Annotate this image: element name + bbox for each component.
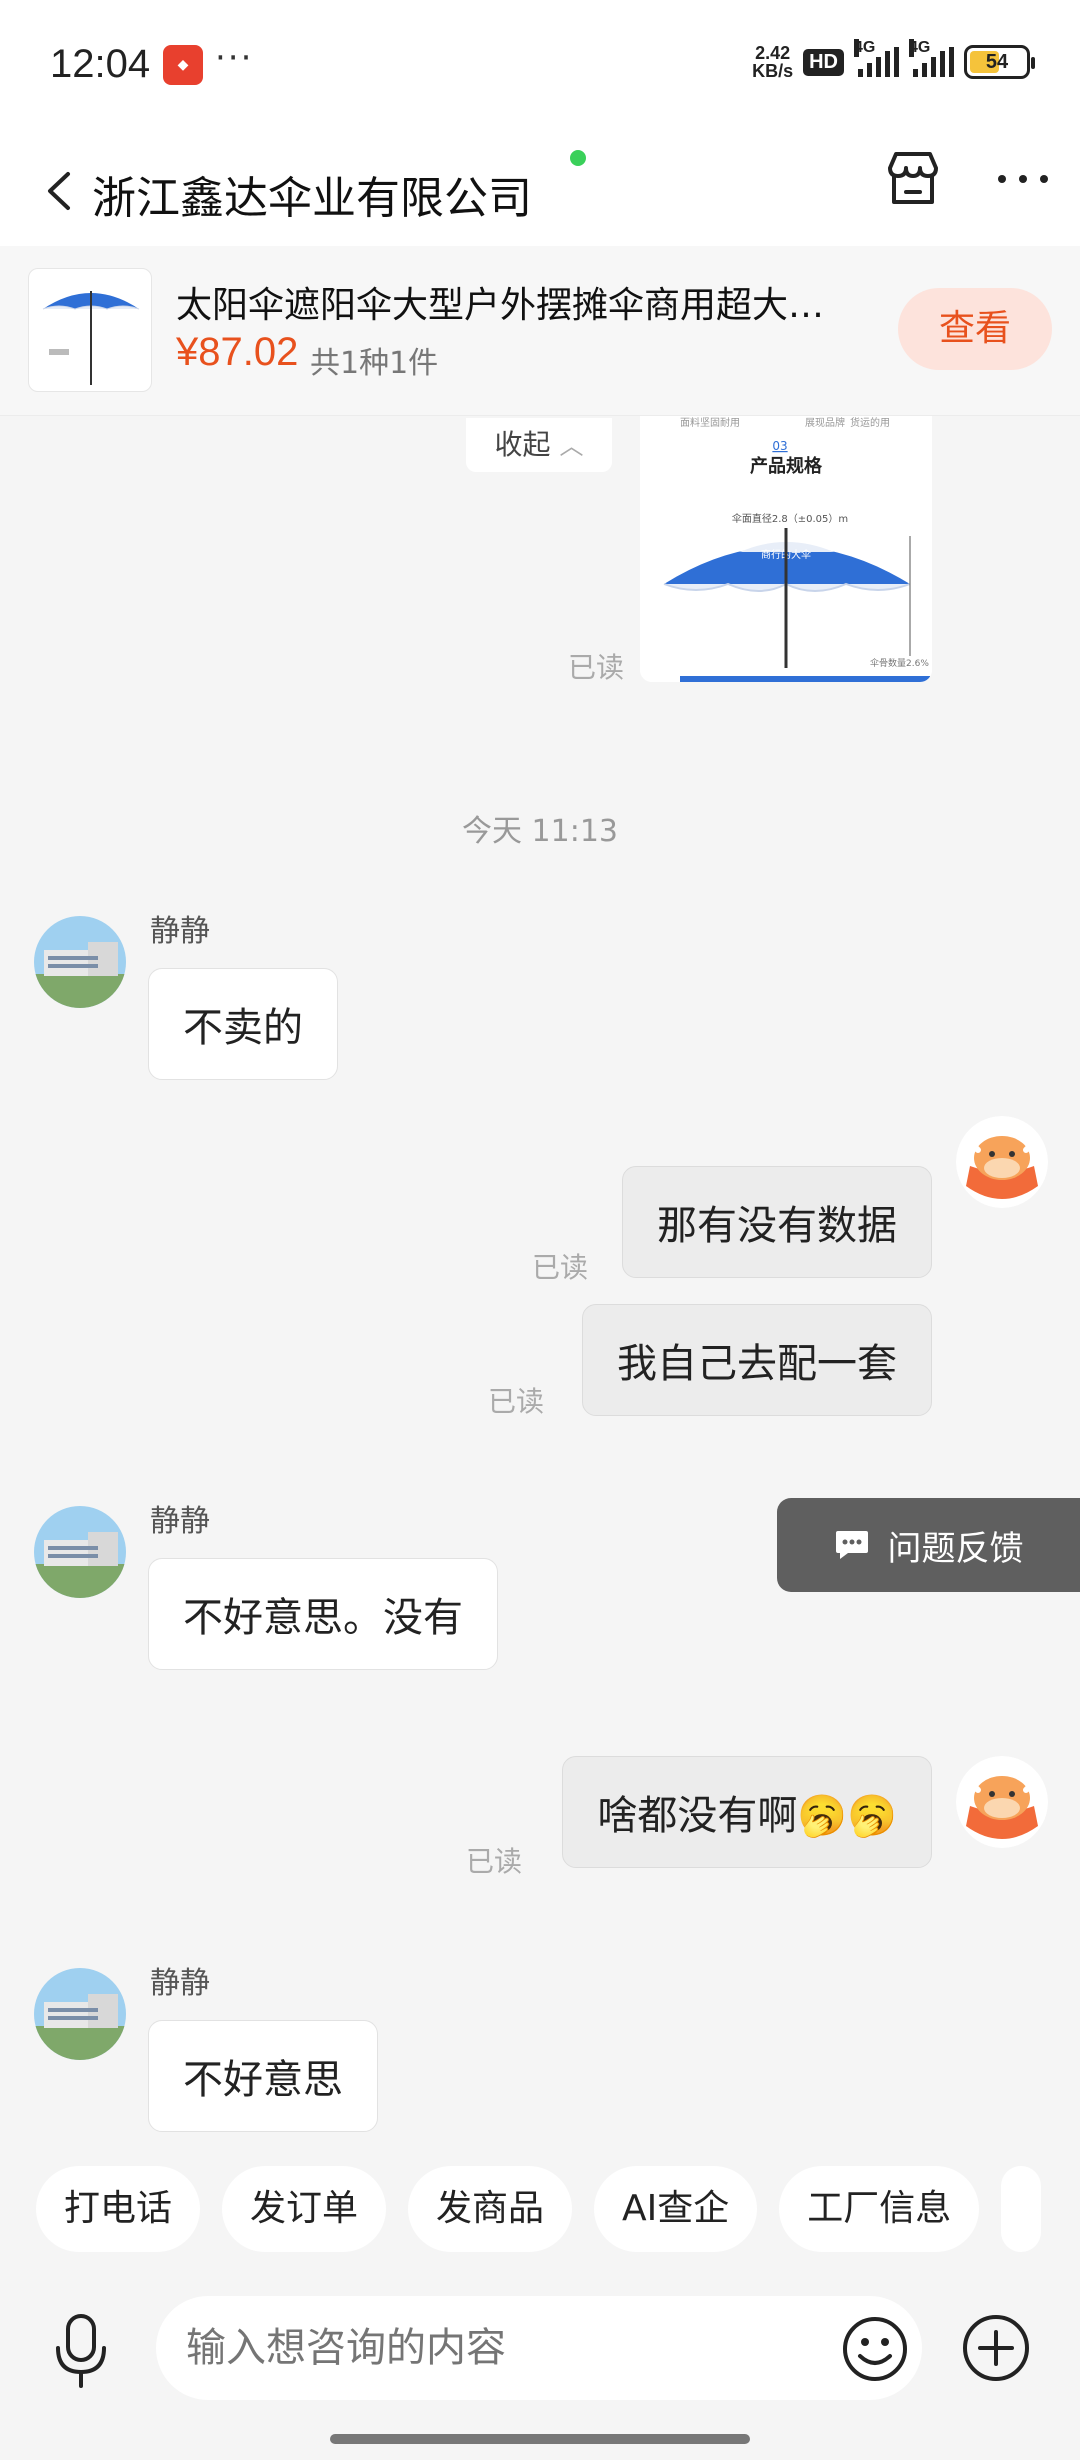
network-speed: 2.42 KB/s [752,43,794,81]
read-receipt: 已读 [568,651,625,684]
incoming-message[interactable]: 不卖的 [148,968,338,1080]
factory-info-chip[interactable]: 工厂信息 [779,2166,980,2252]
incoming-message[interactable]: 不好意思 [148,2020,378,2132]
microphone-icon[interactable] [46,2310,116,2390]
collapse-button[interactable]: 收起 ︿ [466,418,612,472]
hd-badge: HD [803,48,844,76]
status-time: 12:04 [50,42,151,86]
user-avatar[interactable] [956,1116,1048,1208]
send-product-chip[interactable]: 发商品 [408,2166,573,2252]
signal-icon-2: 4G [909,39,954,77]
send-order-chip[interactable]: 发订单 [222,2166,387,2252]
app-notification-icon: ◆ [163,45,203,85]
message-timestamp: 今天 11:13 [462,814,618,849]
spec-top-text-1: 面料坚固耐用 [680,416,740,429]
outgoing-message[interactable]: 我自己去配一套 [582,1304,932,1416]
spec-top-text-3: 货运的用 [850,416,890,429]
online-status-dot [570,150,586,166]
read-receipt: 已读 [532,1251,589,1284]
ai-company-lookup-chip[interactable]: AI查企 [594,2166,758,2252]
view-product-button[interactable]: 查看 [898,288,1052,370]
chevron-up-icon: ︿ [559,432,584,460]
read-receipt: 已读 [466,1845,523,1878]
more-options-icon[interactable] [990,154,1056,204]
shop-icon[interactable] [880,146,946,212]
spec-section-number: 03 [772,439,787,453]
input-bar [0,2280,1080,2460]
message-input[interactable] [156,2296,922,2400]
signal-icon: 4G [854,39,899,77]
spec-top-text-2: 展现品牌 [805,416,845,429]
page-title: 浙江鑫达伞业有限公司 [92,173,532,224]
spec-section-title: 产品规格 [750,455,823,477]
status-bar: 12:04 ◆ ··· 2.42 KB/s HD 4G 4G 54 [0,0,1080,136]
incoming-message[interactable]: 不好意思。没有 [148,1558,498,1670]
contact-avatar[interactable] [34,1968,126,2060]
product-spec-image[interactable]: 面料坚固耐用 展现品牌 货运的用 03 产品规格 伞面直径2.8（±0.05）m… [640,416,932,682]
quick-actions-bar: 打电话 发订单 发商品 AI查企 工厂信息 [0,2166,1080,2256]
more-notifications-icon: ··· [215,38,254,78]
outgoing-message[interactable]: 那有没有数据 [622,1166,932,1278]
chat-bubble-icon [835,1531,868,1559]
battery-icon: 54 [964,45,1035,79]
sender-name: 静静 [150,1966,210,2001]
chat-header: 浙江鑫达伞业有限公司 [0,136,1080,246]
contact-avatar[interactable] [34,916,126,1008]
more-chip[interactable] [1001,2166,1042,2252]
sender-name: 静静 [150,914,210,949]
product-thumbnail[interactable] [28,268,152,392]
user-avatar[interactable] [956,1756,1048,1848]
contact-avatar[interactable] [34,1506,126,1598]
spec-diameter-text: 伞面直径2.8（±0.05）m [732,512,848,525]
feedback-button[interactable]: 问题反馈 [777,1498,1080,1592]
read-receipt: 已读 [488,1385,545,1418]
feedback-label: 问题反馈 [887,1528,1024,1569]
outgoing-message[interactable]: 啥都没有啊🥱🥱 [562,1756,932,1868]
spec-footer-text: 伞骨数量2.6% [870,657,929,669]
product-name: 太阳伞遮阳伞大型户外摆摊伞商用超大… [176,285,825,326]
emoji-icon[interactable] [840,2314,910,2384]
product-count: 共1种1件 [310,346,439,381]
sender-name: 静静 [150,1504,210,1539]
add-icon[interactable] [960,2312,1032,2384]
call-chip[interactable]: 打电话 [36,2166,201,2252]
product-card[interactable]: 太阳伞遮阳伞大型户外摆摊伞商用超大… ¥87.02 共1种1件 查看 [0,246,1080,416]
product-price: ¥87.02 [176,330,299,374]
chat-area[interactable]: 收起 ︿ 面料坚固耐用 展现品牌 货运的用 03 产品规格 伞面直径2.8（±0… [0,416,1080,2146]
home-indicator[interactable] [330,2434,750,2444]
status-indicators: 2.42 KB/s HD 4G 4G 54 [752,39,1035,81]
back-arrow-icon[interactable] [36,166,86,216]
